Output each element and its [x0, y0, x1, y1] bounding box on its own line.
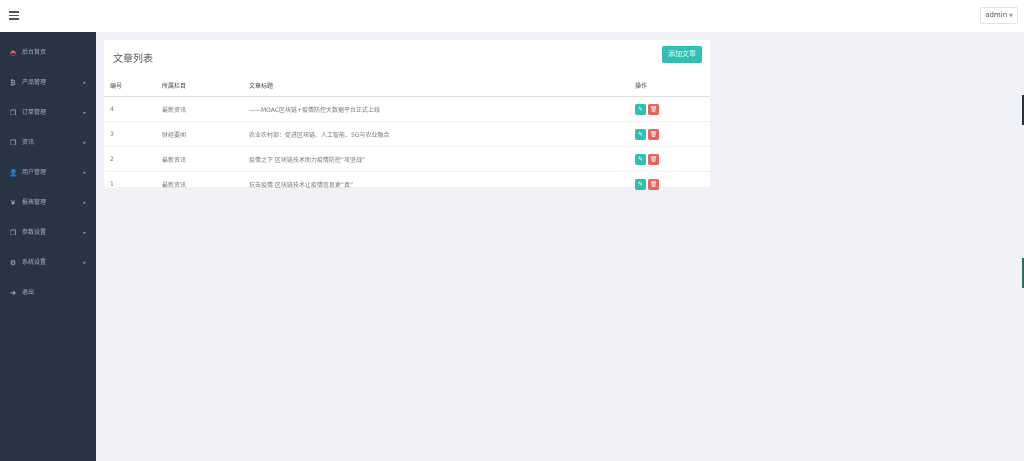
cell-id: 2	[104, 146, 161, 172]
bitcoin-icon: ₿	[10, 79, 16, 87]
copy-icon: ❐	[9, 139, 17, 147]
cell-category: 最新资讯	[161, 146, 248, 172]
edit-button[interactable]: ✎	[635, 153, 646, 165]
edit-button[interactable]: ✎	[635, 178, 646, 190]
sidebar-item-news[interactable]: ❐ 资讯 ▸	[0, 128, 96, 158]
sidebar-item-label: 资讯	[22, 139, 35, 146]
sidebar-item-label: 后台首页	[22, 49, 47, 56]
sidebar-item-home[interactable]: ◓ 后台首页	[0, 38, 96, 68]
cell-title: 抗击疫情 区块链技术让疫情信息更“真”	[248, 171, 634, 197]
chevron-down-icon: ▼	[1009, 13, 1013, 19]
delete-button[interactable]: 🗑	[648, 178, 659, 190]
column-header-category: 所属栏目	[161, 74, 248, 97]
delete-button[interactable]: 🗑	[648, 103, 659, 115]
copy-icon: ❐	[9, 109, 17, 117]
sidebar-item-label: 订单管理	[22, 109, 47, 116]
sidebar-item-params[interactable]: ❐ 参数设置 ▸	[0, 218, 96, 248]
sidebar-item-label: 产品管理	[22, 79, 47, 86]
sidebar-item-orders[interactable]: ❐ 订单管理 ▸	[0, 98, 96, 128]
menu-toggle-icon[interactable]	[9, 11, 19, 20]
cell-actions: ✎ 🗑	[634, 121, 710, 147]
sidebar-item-label: 报表管理	[22, 199, 47, 206]
table-row: 2 最新资讯 疫情之下 区块链技术助力疫情防控“攻坚战” ✎ 🗑	[104, 146, 710, 172]
cell-title: 农业农村部：促进区块链、人工智能、5G与农业融合	[248, 121, 634, 147]
column-header-id: 编号	[104, 74, 161, 97]
table-row: 3 财经要闻 农业农村部：促进区块链、人工智能、5G与农业融合 ✎ 🗑	[104, 121, 710, 147]
sidebar-item-products[interactable]: ₿ 产品管理 ▸	[0, 68, 96, 98]
cogs-icon: ⚙	[9, 259, 17, 267]
cell-category: 最新资讯	[161, 171, 248, 197]
article-table: 编号 所属栏目 文章标题 操作 4 最新资讯 ——MOAC区块链+疫情防控大数据…	[104, 74, 710, 197]
user-dropdown[interactable]: admin ▼	[980, 7, 1018, 24]
dashboard-icon: ◓	[9, 49, 17, 57]
sidebar-item-system[interactable]: ⚙ 系统设置 ▸	[0, 248, 96, 278]
trash-icon: 🗑	[649, 155, 658, 163]
cell-category: 财经要闻	[161, 121, 248, 147]
sidebar-item-label: 参数设置	[22, 229, 47, 236]
chevron-right-icon: ▸	[83, 230, 86, 236]
edit-button[interactable]: ✎	[635, 128, 646, 140]
table-row: 1 最新资讯 抗击疫情 区块链技术让疫情信息更“真” ✎ 🗑	[104, 171, 710, 197]
edit-button[interactable]: ✎	[635, 103, 646, 115]
sidebar-item-label: 用户管理	[22, 169, 47, 176]
cell-actions: ✎ 🗑	[634, 96, 710, 122]
sign-out-icon: ➜	[10, 289, 16, 297]
chevron-right-icon: ▸	[83, 110, 86, 116]
pencil-icon: ✎	[637, 155, 644, 163]
chevron-right-icon: ▸	[83, 200, 86, 206]
sidebar-item-label: 系统设置	[22, 259, 47, 266]
chevron-right-icon: ▸	[83, 140, 86, 146]
delete-button[interactable]: 🗑	[648, 128, 659, 140]
table-row: 4 最新资讯 ——MOAC区块链+疫情防控大数据平台正式上线 ✎ 🗑	[104, 96, 710, 122]
chevron-right-icon: ▸	[83, 260, 86, 266]
cell-category: 最新资讯	[161, 96, 248, 122]
sidebar: ◓ 后台首页 ₿ 产品管理 ▸ ❐ 订单管理 ▸ ❐ 资讯 ▸ 👤 用户管理 ▸…	[0, 32, 96, 461]
pencil-icon: ✎	[637, 180, 644, 188]
sidebar-item-label: 退出	[22, 289, 35, 296]
trash-icon: 🗑	[649, 130, 658, 138]
cell-actions: ✎ 🗑	[634, 171, 710, 197]
trash-icon: 🗑	[649, 180, 658, 188]
trash-icon: 🗑	[649, 105, 658, 113]
cell-title: 疫情之下 区块链技术助力疫情防控“攻坚战”	[248, 146, 634, 172]
chevron-right-icon: ▸	[83, 170, 86, 176]
cell-id: 4	[104, 96, 161, 122]
cell-actions: ✎ 🗑	[634, 146, 710, 172]
sidebar-item-users[interactable]: 👤 用户管理 ▸	[0, 158, 96, 188]
user-name: admin	[985, 11, 1008, 19]
top-bar: admin ▼	[0, 0, 1024, 32]
sidebar-item-reports[interactable]: ¥ 报表管理 ▸	[0, 188, 96, 218]
delete-button[interactable]: 🗑	[648, 153, 659, 165]
cell-id: 3	[104, 121, 161, 147]
cell-title: ——MOAC区块链+疫情防控大数据平台正式上线	[248, 96, 634, 122]
yen-icon: ¥	[10, 199, 16, 207]
add-article-button[interactable]: 添加文章	[662, 46, 702, 63]
table-header-row: 编号 所属栏目 文章标题 操作	[104, 74, 710, 97]
copy-icon: ❐	[9, 229, 17, 237]
user-icon: 👤	[9, 169, 18, 177]
article-list-panel: 文章列表 添加文章 编号 所属栏目 文章标题 操作 4 最新资讯 ——MOAC区…	[104, 40, 710, 197]
pencil-icon: ✎	[637, 105, 644, 113]
chevron-right-icon: ▸	[83, 80, 86, 86]
cell-id: 1	[104, 171, 161, 197]
sidebar-item-logout[interactable]: ➜ 退出	[0, 278, 96, 308]
column-header-title: 文章标题	[248, 74, 634, 97]
pencil-icon: ✎	[637, 130, 644, 138]
page-title: 文章列表	[113, 54, 153, 65]
column-header-actions: 操作	[634, 74, 710, 97]
